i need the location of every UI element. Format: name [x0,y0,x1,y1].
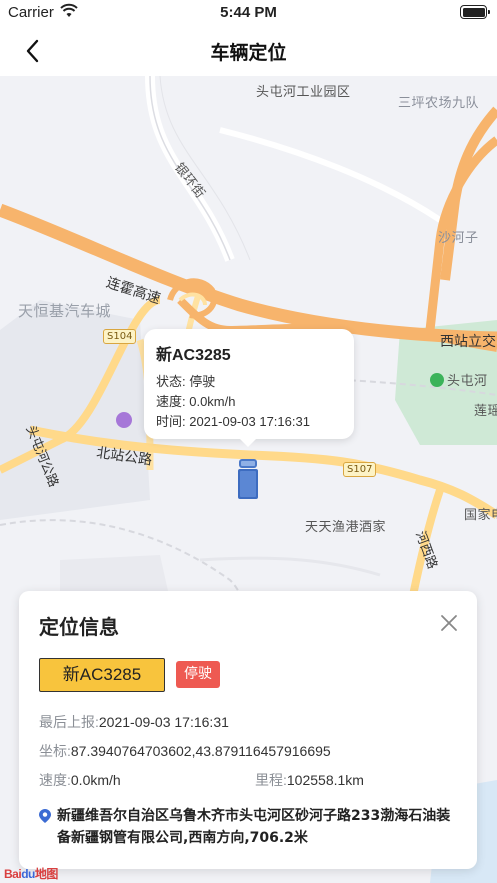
map-label-toutunhe: 头屯河 [430,370,488,389]
location-info-card: 定位信息 新AC3285 停驶 最后上报:2021-09-03 17:16:31… [19,591,477,869]
address: 新疆维吾尔自治区乌鲁木齐市头屯河区砂河子路233渤海石油装备新疆钢管有限公司,西… [39,805,459,849]
map-label-tiantian: 天天渔港酒家 [305,520,387,535]
truck-marker-icon[interactable] [238,459,258,499]
coord-label: 坐标: [39,743,71,759]
map-label-lian: 莲瑶 [474,404,497,419]
page-title: 车辆定位 [210,42,287,64]
popup-speed: 速度: 0.0km/h [156,394,236,409]
last-report-value: 2021-09-03 17:16:31 [98,714,229,730]
baidu-map-logo: Baidu地图 [4,865,58,882]
speed-row: 速度:0.0km/h [39,770,121,790]
map-label-park: 头屯河工业园区 [256,85,351,100]
clock: 5:44 PM [220,4,277,21]
plate-badge: 新AC3285 [39,658,165,692]
close-icon[interactable] [439,613,459,633]
mileage-row: 里程:102558.1km [255,770,364,790]
popup-time: 时间: 2021-09-03 17:16:31 [156,414,310,429]
address-text: 新疆维吾尔自治区乌鲁木齐市头屯河区砂河子路233渤海石油装备新疆钢管有限公司,西… [57,808,451,846]
map-label-xizhan: 西站立交 [440,334,496,350]
location-pin-icon [39,809,51,823]
status-bar: Carrier 5:44 PM [0,0,497,26]
park-name: 头屯河 [447,374,488,389]
card-title: 定位信息 [39,615,119,639]
status-badge: 停驶 [176,661,220,688]
logo-paw: du [21,867,35,881]
mileage-value: 102558.1km [286,772,364,788]
popup-status: 状态: 停驶 [156,374,216,389]
logo-suffix: 地图 [34,867,59,881]
map-shield-s107: S107 [343,462,377,477]
last-report-row: 最后上报:2021-09-03 17:16:31 [39,712,229,732]
map-label-shahezi: 沙河子 [438,231,479,246]
map-label-tianheng: 天恒基汽车城 [18,302,112,320]
battery-icon [460,5,490,19]
vehicle-info-popup[interactable]: 新AC3285 状态: 停驶 速度: 0.0km/h 时间: 2021-09-0… [144,329,354,447]
speed-label: 速度: [39,772,71,788]
last-report-label: 最后上报: [39,714,99,730]
popup-plate: 新AC3285 [156,347,231,364]
park-icon [430,373,444,387]
coord-row: 坐标:87.3940764703602,43.879116457916695 [39,741,331,761]
map-shield-s104: S104 [103,329,137,344]
speed-value: 0.0km/h [70,772,121,788]
museum-icon [116,412,132,428]
coord-value: 87.3940764703602,43.879116457916695 [70,743,331,759]
logo-text: Bai [4,867,22,881]
mileage-label: 里程: [255,772,287,788]
nav-bar: 车辆定位 [0,26,497,76]
map-label-guojia: 国家电 [464,508,497,523]
map-label-farm: 三坪农场九队 [398,96,480,111]
